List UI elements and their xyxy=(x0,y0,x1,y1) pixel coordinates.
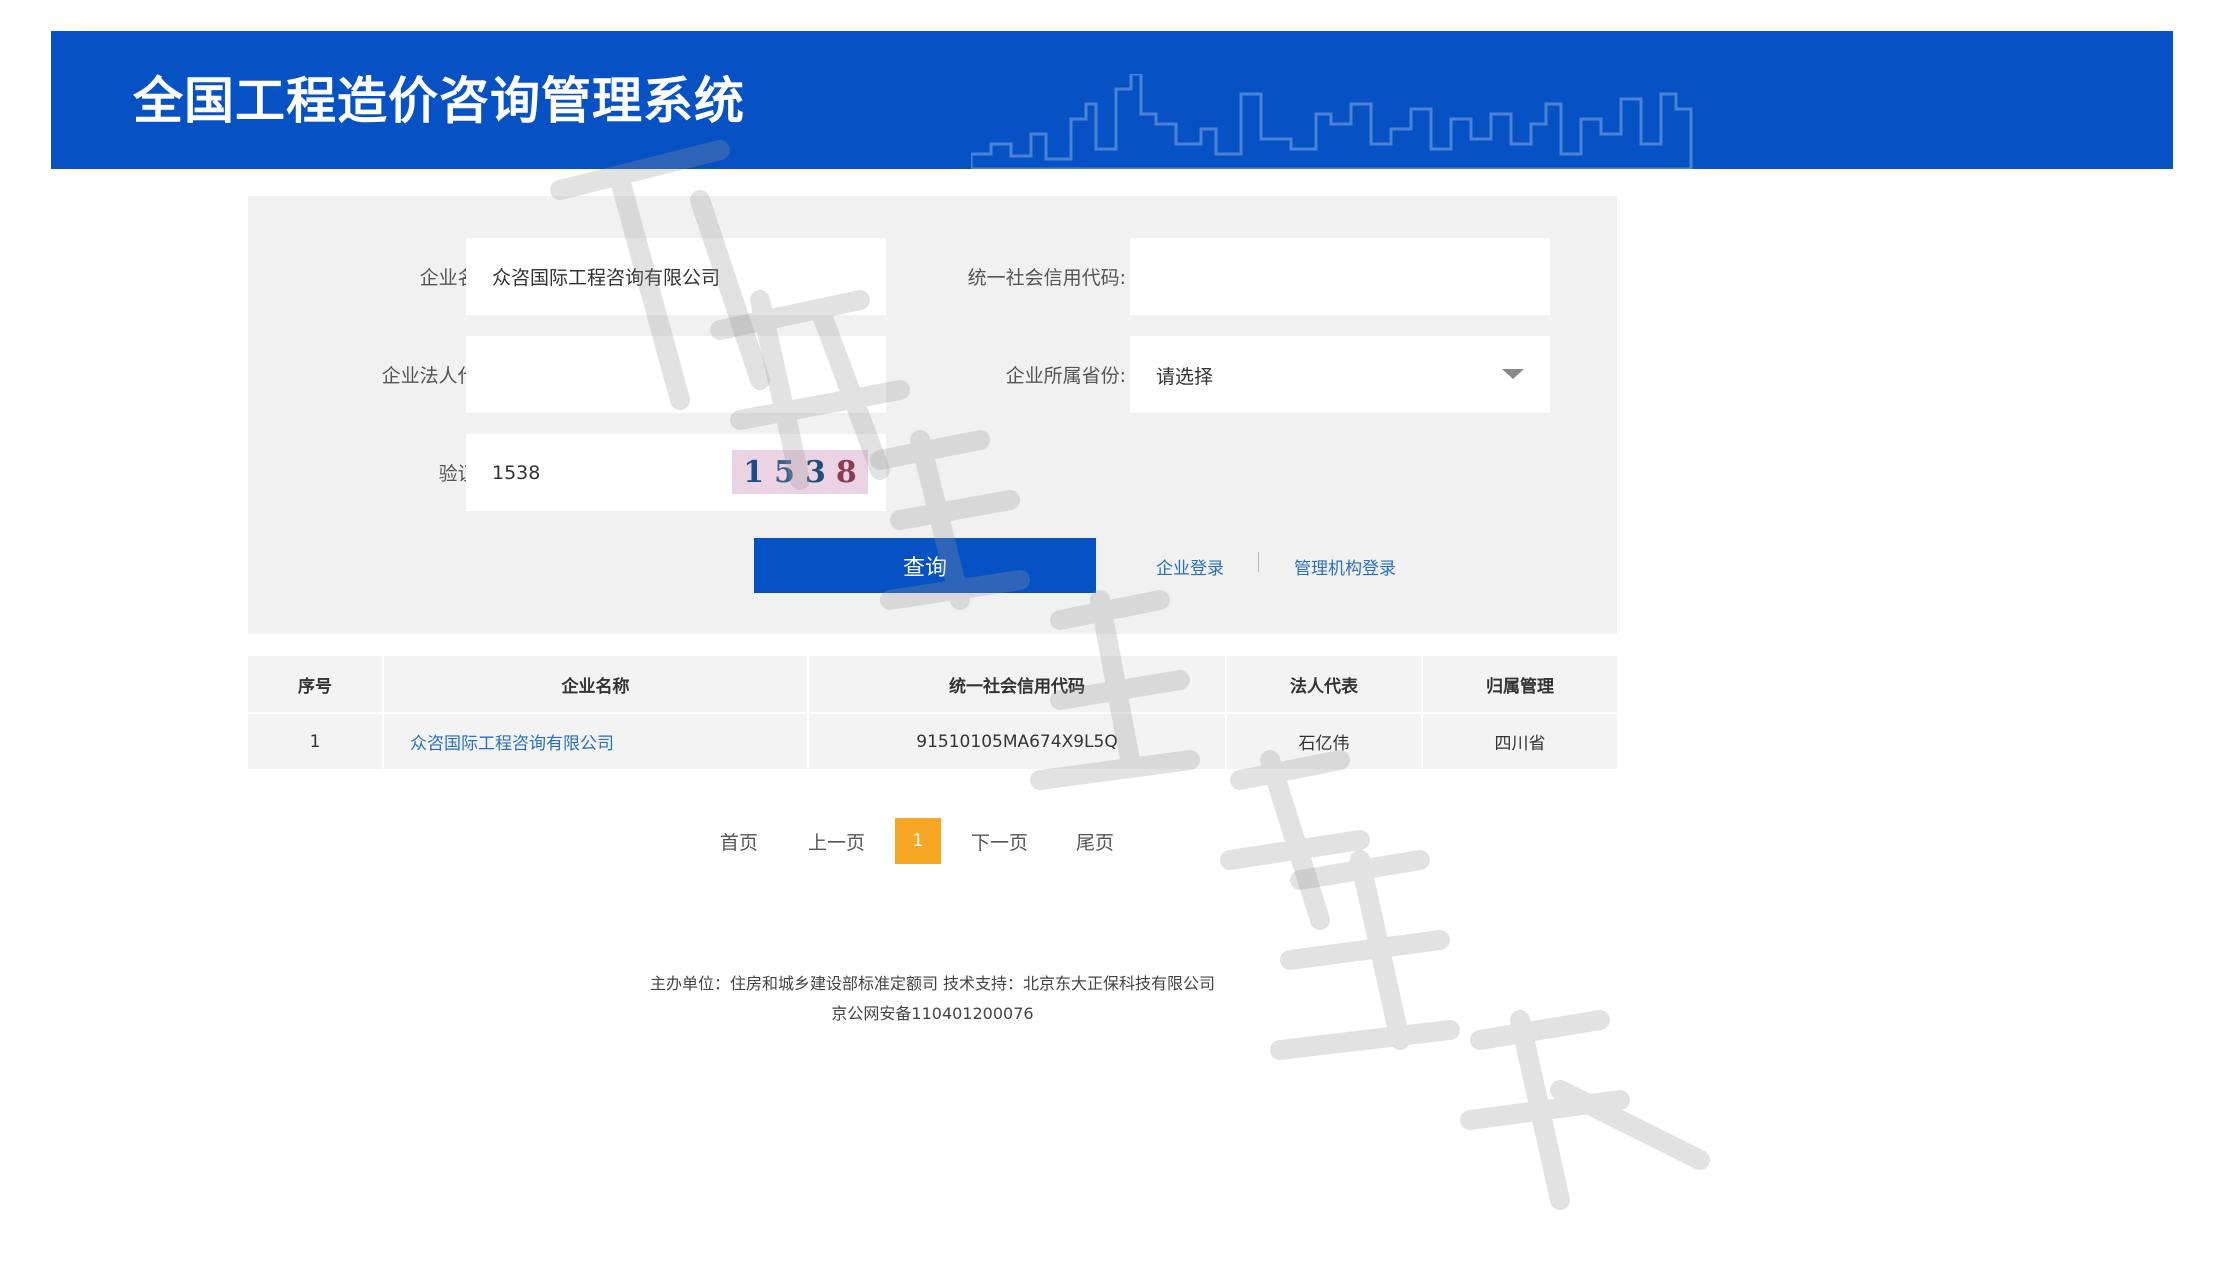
legal-rep-box xyxy=(466,336,886,413)
link-divider xyxy=(1258,552,1259,572)
credit-code-input[interactable] xyxy=(1130,238,1550,315)
column-header-legal-rep: 法人代表 xyxy=(1226,656,1423,714)
captcha-digit: 1 xyxy=(743,454,765,490)
captcha-image[interactable]: 1 5 3 8 xyxy=(732,450,868,494)
row-legal-rep: 石亿伟 xyxy=(1226,713,1423,771)
captcha-digit: 3 xyxy=(805,454,826,490)
captcha-box: 1 5 3 8 xyxy=(466,434,886,511)
agency-login-link[interactable]: 管理机构登录 xyxy=(1294,554,1396,579)
pager-prev[interactable]: 上一页 xyxy=(808,828,865,855)
company-name-box xyxy=(466,238,886,315)
column-header-company: 企业名称 xyxy=(383,656,809,714)
pager-next[interactable]: 下一页 xyxy=(971,828,1028,855)
credit-code-box xyxy=(1130,238,1550,315)
pagination: 首页 上一页 1 下一页 尾页 xyxy=(720,818,1114,864)
page: 全国工程造价咨询管理系统 企业名称: 统一社会信用代码: 企业法人代表: 企业所… xyxy=(0,0,2224,1276)
results-table: 序号 企业名称 统一社会信用代码 法人代表 归属管理 1 众咨国际工程咨询有限公… xyxy=(248,656,1617,771)
province-selected-value: 请选择 xyxy=(1156,366,1214,388)
chevron-down-icon xyxy=(1502,369,1524,379)
query-button[interactable]: 查询 xyxy=(754,538,1096,593)
footer-sponsor: 主办单位：住房和城乡建设部标准定额司 技术支持：北京东大正保科技有限公司 xyxy=(649,974,1216,993)
city-skyline-decoration xyxy=(971,74,1693,169)
company-login-link[interactable]: 企业登录 xyxy=(1156,554,1224,579)
watermark-overlay xyxy=(550,140,1710,1210)
row-credit-code: 91510105MA674X9L5Q xyxy=(808,713,1227,771)
row-jurisdiction: 四川省 xyxy=(1422,713,1617,771)
row-company-link[interactable]: 众咨国际工程咨询有限公司 xyxy=(383,713,809,771)
system-title: 全国工程造价咨询管理系统 xyxy=(133,72,745,130)
company-name-input[interactable] xyxy=(466,238,886,315)
column-header-credit-code: 统一社会信用代码 xyxy=(808,656,1227,714)
credit-code-label: 统一社会信用代码: xyxy=(967,267,1126,289)
header-banner: 全国工程造价咨询管理系统 xyxy=(51,31,2173,169)
footer-icp: 京公网安备110401200076 xyxy=(831,1004,1034,1023)
column-header-jurisdiction: 归属管理 xyxy=(1422,656,1617,714)
captcha-input[interactable] xyxy=(466,434,726,511)
province-select[interactable]: 请选择 xyxy=(1130,336,1550,413)
search-panel: 企业名称: 统一社会信用代码: 企业法人代表: 企业所属省份: 请选择 验证码:… xyxy=(248,196,1617,634)
column-header-index: 序号 xyxy=(248,656,384,714)
captcha-digit: 5 xyxy=(774,454,795,490)
province-label: 企业所属省份: xyxy=(1005,365,1126,387)
table-row: 1 众咨国际工程咨询有限公司 91510105MA674X9L5Q 石亿伟 四川… xyxy=(248,713,1617,771)
table-header-row: 序号 企业名称 统一社会信用代码 法人代表 归属管理 xyxy=(248,656,1617,714)
pager-current-page[interactable]: 1 xyxy=(895,818,942,864)
row-index: 1 xyxy=(248,713,384,771)
pager-first[interactable]: 首页 xyxy=(720,828,758,855)
pager-last[interactable]: 尾页 xyxy=(1076,828,1114,855)
captcha-digit: 8 xyxy=(835,454,857,490)
legal-rep-input[interactable] xyxy=(466,336,886,413)
